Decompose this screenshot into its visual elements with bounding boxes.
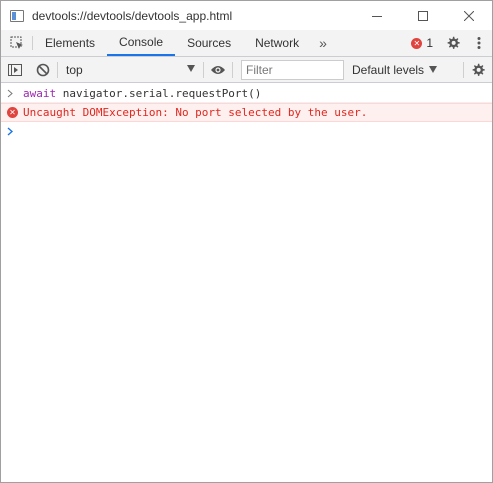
input-chevron-icon xyxy=(7,89,23,98)
console-settings-button[interactable] xyxy=(464,57,492,83)
sidebar-toggle-icon xyxy=(8,63,22,76)
console-prompt-line[interactable] xyxy=(1,122,492,141)
app-window-icon xyxy=(10,9,24,22)
dropdown-caret-icon xyxy=(187,64,195,72)
more-tabs-button[interactable]: » xyxy=(311,30,335,56)
vertical-dots-icon xyxy=(477,37,481,49)
inspect-element-button[interactable] xyxy=(1,30,32,56)
tab-network[interactable]: Network xyxy=(243,30,311,56)
maximize-button[interactable] xyxy=(400,1,446,30)
error-gutter: ✕ xyxy=(7,107,23,118)
dropdown-caret-icon xyxy=(429,66,438,73)
clear-console-button[interactable] xyxy=(29,57,57,83)
log-levels-dropdown[interactable]: Default levels xyxy=(352,62,438,77)
console-messages[interactable]: await navigator.serial.requestPort() ✕ U… xyxy=(1,84,492,482)
close-icon xyxy=(464,10,474,21)
maximize-icon xyxy=(418,10,428,21)
error-icon: ✕ xyxy=(411,37,423,49)
filter-input[interactable] xyxy=(241,59,344,80)
toolbar-divider xyxy=(232,61,233,78)
window-title: devtools://devtools/devtools_app.html xyxy=(32,8,233,23)
gear-icon xyxy=(447,36,460,49)
inspect-cursor-icon xyxy=(10,36,23,49)
tab-elements[interactable]: Elements xyxy=(33,30,107,56)
title-bar: devtools://devtools/devtools_app.html xyxy=(1,1,492,30)
console-error-line[interactable]: ✕ Uncaught DOMException: No port selecte… xyxy=(1,103,492,122)
minimize-icon xyxy=(372,15,382,17)
console-input-line[interactable]: await navigator.serial.requestPort() xyxy=(1,84,492,103)
error-icon: ✕ xyxy=(7,107,18,118)
error-count: 1 xyxy=(426,36,433,50)
panel-tab-bar: Elements Console Sources Network » ✕ 1 xyxy=(1,30,492,57)
customize-menu-button[interactable] xyxy=(466,36,492,50)
context-selector[interactable]: top xyxy=(58,57,203,83)
eye-icon xyxy=(211,65,225,74)
console-toolbar: top Default levels xyxy=(1,57,492,83)
prompt-chevron-icon xyxy=(7,127,23,136)
context-value: top xyxy=(66,62,83,77)
tab-sources[interactable]: Sources xyxy=(175,30,243,56)
tabbar-right-actions: ✕ 1 xyxy=(405,30,492,56)
close-button[interactable] xyxy=(446,1,492,30)
error-count-badge[interactable]: ✕ 1 xyxy=(405,36,439,50)
settings-button[interactable] xyxy=(440,36,466,50)
devtools-window: devtools://devtools/devtools_app.html El… xyxy=(0,0,493,483)
log-levels-label: Default levels xyxy=(352,62,425,77)
error-message: Uncaught DOMException: No port selected … xyxy=(23,106,368,119)
console-toolbar-right xyxy=(463,57,492,83)
gear-icon xyxy=(472,63,485,76)
clear-circle-icon xyxy=(36,63,50,76)
input-keyword: await xyxy=(23,86,57,100)
minimize-button[interactable] xyxy=(354,1,400,30)
window-controls xyxy=(354,1,492,30)
input-code: navigator.serial.requestPort() xyxy=(56,86,262,100)
toggle-sidebar-button[interactable] xyxy=(1,57,29,83)
live-expression-button[interactable] xyxy=(204,57,232,83)
tab-console[interactable]: Console xyxy=(107,30,176,56)
